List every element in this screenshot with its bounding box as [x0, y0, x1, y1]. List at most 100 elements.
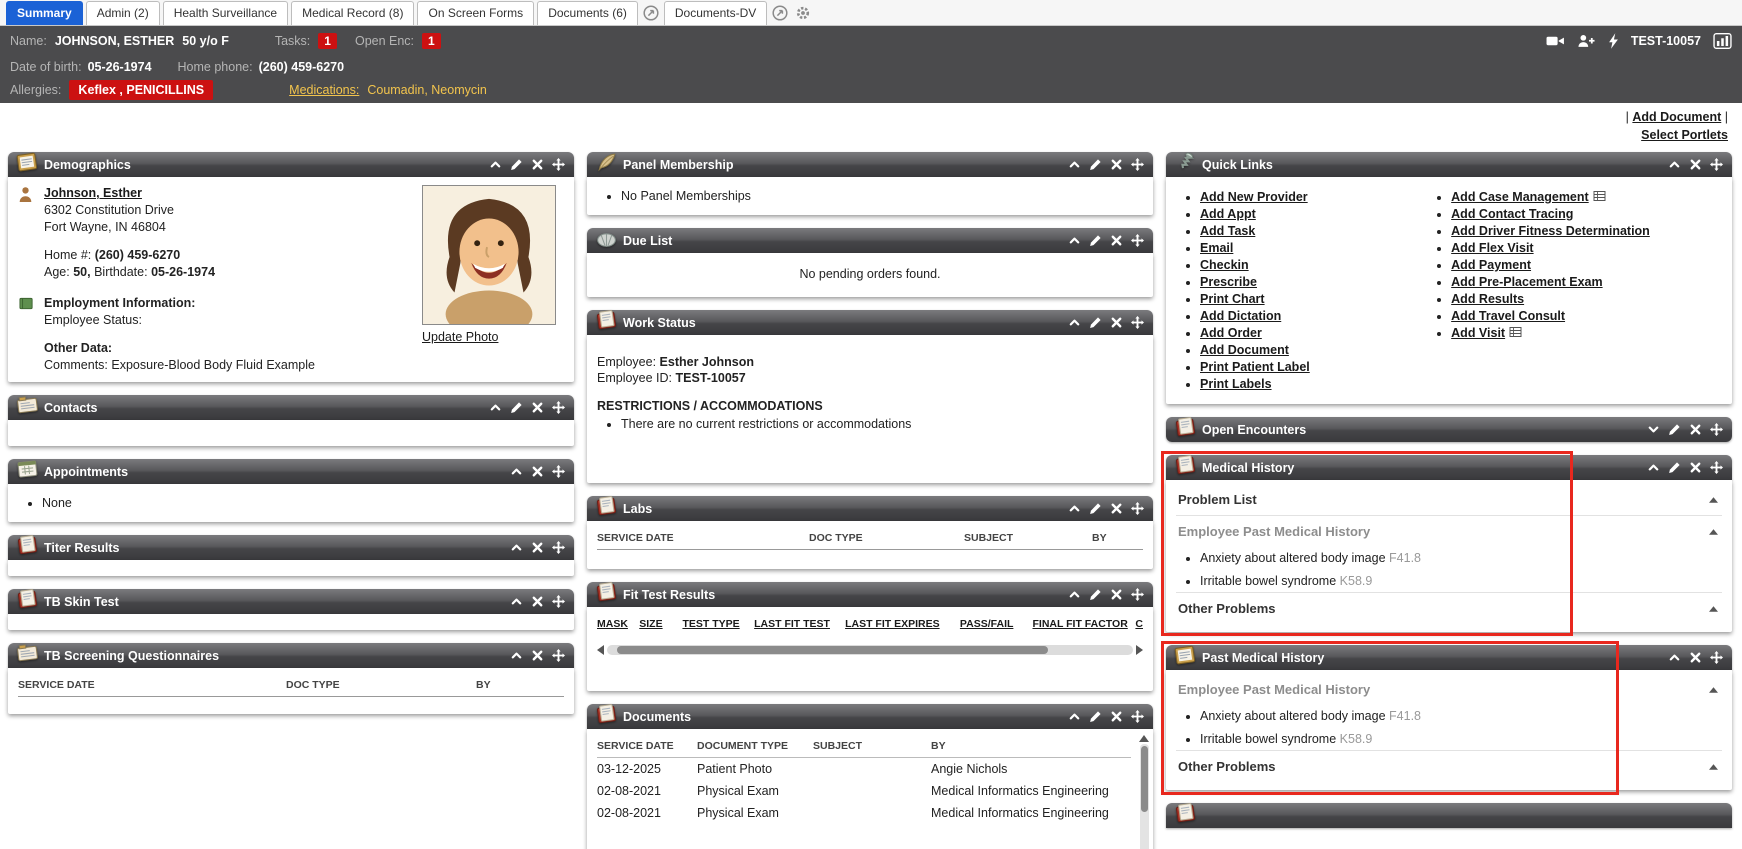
quick-link[interactable]: Add Order [1200, 326, 1262, 340]
column-header-link[interactable]: TEST TYPE [682, 618, 754, 630]
quick-links-header[interactable]: Quick Links [1166, 152, 1732, 177]
column-header-link[interactable]: SIZE [639, 618, 682, 630]
section-other-problems[interactable]: Other Problems [1176, 592, 1722, 624]
scroll-thumb[interactable] [617, 646, 1048, 654]
edit-icon[interactable] [1089, 588, 1102, 601]
quick-link[interactable]: Add Flex Visit [1451, 241, 1533, 255]
scroll-track[interactable] [607, 645, 1133, 655]
collapse-icon[interactable] [1068, 588, 1081, 601]
contacts-header[interactable]: Contacts [8, 395, 574, 420]
move-icon[interactable] [552, 158, 565, 171]
move-icon[interactable] [552, 649, 565, 662]
edit-icon[interactable] [1089, 316, 1102, 329]
close-icon[interactable] [531, 158, 544, 171]
quick-link[interactable]: Add Results [1451, 292, 1524, 306]
close-icon[interactable] [1689, 461, 1702, 474]
open-encounters-header[interactable]: Open Encounters [1166, 417, 1732, 442]
collapse-icon[interactable] [1647, 461, 1660, 474]
collapse-icon[interactable] [489, 401, 502, 414]
appointments-header[interactable]: Appointments [8, 459, 574, 484]
list-grid-icon[interactable] [1509, 327, 1522, 337]
due-list-header[interactable]: Due List [587, 228, 1153, 253]
close-icon[interactable] [1110, 234, 1123, 247]
column-header-link[interactable]: LAST FIT EXPIRES [845, 618, 960, 630]
collapse-icon[interactable] [510, 649, 523, 662]
edit-icon[interactable] [1089, 502, 1102, 515]
move-icon[interactable] [1131, 316, 1144, 329]
move-icon[interactable] [1131, 588, 1144, 601]
edit-icon[interactable] [1089, 234, 1102, 247]
tab-admin[interactable]: Admin (2) [86, 1, 160, 25]
tasks-count-badge[interactable]: 1 [318, 33, 337, 49]
tab-documents-dv[interactable]: Documents-DV [664, 1, 767, 25]
cutoff-portlet-header[interactable] [1166, 803, 1732, 828]
collapse-icon[interactable] [1668, 651, 1681, 664]
video-camera-icon[interactable] [1546, 33, 1565, 49]
collapse-icon[interactable] [1068, 316, 1081, 329]
collapse-section-icon[interactable] [1709, 606, 1718, 612]
move-icon[interactable] [1131, 158, 1144, 171]
fit-test-header[interactable]: Fit Test Results [587, 582, 1153, 607]
section-employee-pmh[interactable]: Employee Past Medical History [1176, 674, 1722, 705]
quick-link[interactable]: Prescribe [1200, 275, 1257, 289]
quick-link[interactable]: Print Chart [1200, 292, 1265, 306]
list-grid-icon[interactable] [1593, 191, 1606, 201]
panel-membership-header[interactable]: Panel Membership [587, 152, 1153, 177]
collapse-icon[interactable] [1068, 158, 1081, 171]
move-icon[interactable] [1131, 234, 1144, 247]
collapse-section-icon[interactable] [1709, 529, 1718, 535]
update-photo-link[interactable]: Update Photo [422, 330, 498, 344]
documents-header[interactable]: Documents [587, 704, 1153, 729]
collapse-icon[interactable] [510, 595, 523, 608]
edit-icon[interactable] [1668, 461, 1681, 474]
collapse-icon[interactable] [1068, 710, 1081, 723]
column-header-link[interactable]: MASK [597, 618, 639, 630]
popout-icon[interactable] [643, 5, 659, 21]
collapse-icon[interactable] [1068, 502, 1081, 515]
tb-screening-header[interactable]: TB Screening Questionnaires [8, 643, 574, 668]
move-icon[interactable] [1710, 158, 1723, 171]
close-icon[interactable] [531, 465, 544, 478]
close-icon[interactable] [1689, 651, 1702, 664]
move-icon[interactable] [552, 595, 565, 608]
collapse-section-icon[interactable] [1709, 497, 1718, 503]
scroll-left-arrow[interactable] [597, 645, 604, 655]
add-document-link[interactable]: Add Document [1632, 110, 1721, 124]
quick-link[interactable]: Print Labels [1200, 377, 1272, 391]
quick-link[interactable]: Add Document [1200, 343, 1289, 357]
close-icon[interactable] [531, 401, 544, 414]
demographics-header[interactable]: Demographics [8, 152, 574, 177]
close-icon[interactable] [531, 541, 544, 554]
select-portlets-link[interactable]: Select Portlets [1641, 128, 1728, 142]
collapse-icon[interactable] [1068, 234, 1081, 247]
quick-link[interactable]: Add Payment [1451, 258, 1531, 272]
move-icon[interactable] [1131, 502, 1144, 515]
quick-link[interactable]: Add Dictation [1200, 309, 1281, 323]
quick-link[interactable]: Add Travel Consult [1451, 309, 1565, 323]
quick-link[interactable]: Add New Provider [1200, 190, 1308, 204]
column-header-link[interactable]: PASS/FAIL [960, 618, 1033, 630]
quick-link[interactable]: Add Pre-Placement Exam [1451, 275, 1602, 289]
scroll-thumb[interactable] [1141, 746, 1148, 812]
close-icon[interactable] [1110, 588, 1123, 601]
scroll-track[interactable] [1140, 744, 1149, 849]
allergies-badge[interactable]: Keflex , PENICILLINS [69, 80, 213, 100]
document-row[interactable]: 03-12-2025 Patient Photo Angie Nichols [597, 758, 1131, 780]
settings-gear-icon[interactable] [795, 5, 811, 21]
section-problem-list[interactable]: Problem List [1176, 484, 1722, 515]
quick-link[interactable]: Add Appt [1200, 207, 1256, 221]
quick-link[interactable]: Add Case Management [1451, 190, 1589, 204]
move-icon[interactable] [1710, 423, 1723, 436]
tab-health-surveillance[interactable]: Health Surveillance [163, 1, 288, 25]
close-icon[interactable] [531, 649, 544, 662]
expand-icon[interactable] [1647, 423, 1660, 436]
bar-chart-icon[interactable] [1713, 33, 1732, 49]
tab-summary[interactable]: Summary [6, 1, 83, 25]
move-icon[interactable] [552, 541, 565, 554]
quick-link[interactable]: Add Contact Tracing [1451, 207, 1573, 221]
quick-link[interactable]: Add Visit [1451, 326, 1505, 340]
close-icon[interactable] [1689, 423, 1702, 436]
open-enc-count-badge[interactable]: 1 [422, 33, 441, 49]
move-icon[interactable] [552, 465, 565, 478]
move-icon[interactable] [1710, 651, 1723, 664]
